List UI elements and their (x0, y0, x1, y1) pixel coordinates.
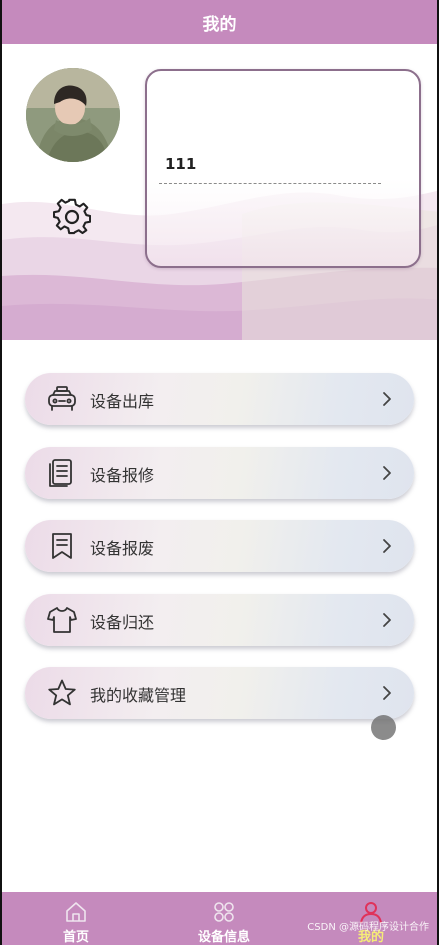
menu-item-label: 我的收藏管理 (90, 686, 187, 705)
touch-indicator (371, 715, 396, 740)
tab-home[interactable]: 首页 (26, 892, 126, 945)
tab-label: 首页 (62, 930, 89, 945)
menu-item-my-favorites[interactable]: 我的收藏管理 (25, 667, 414, 719)
header-bar: 我的 (2, 0, 437, 44)
user-info-card: 111 (145, 69, 421, 268)
menu-item-equipment-outbound[interactable]: 设备出库 (25, 373, 414, 425)
chevron-right-icon (383, 539, 391, 553)
settings-gear-icon[interactable] (53, 198, 91, 236)
divider (159, 183, 381, 184)
shirt-icon (47, 606, 77, 633)
menu-item-equipment-repair[interactable]: 设备报修 (25, 446, 414, 499)
menu-item-label: 设备报废 (90, 539, 155, 558)
page-title: 我的 (202, 14, 237, 35)
car-icon (48, 386, 76, 411)
tab-device-info[interactable]: 设备信息 (174, 892, 274, 945)
menu-item-equipment-scrap[interactable]: 设备报废 (25, 520, 414, 572)
chevron-right-icon (383, 612, 391, 627)
chevron-right-icon (383, 465, 391, 480)
chevron-right-icon (383, 686, 391, 700)
menu-item-label: 设备报修 (90, 465, 155, 485)
home-icon (66, 902, 86, 922)
menu-item-equipment-return[interactable]: 设备归还 (25, 593, 414, 646)
username: 111 (165, 155, 197, 173)
grid-icon (214, 902, 234, 922)
menu-item-label: 设备出库 (90, 392, 155, 411)
avatar[interactable] (26, 68, 120, 162)
menu-list: 设备出库 设备报修 设备报废 设备归还 我的收藏管理 (25, 373, 414, 741)
profile-section: 111 (2, 44, 437, 340)
watermark-text: CSDN @源码程序设计合作 (307, 922, 429, 933)
document-icon (49, 458, 72, 487)
star-icon (48, 679, 76, 706)
bookmark-document-icon (52, 533, 72, 559)
chevron-right-icon (383, 392, 391, 406)
menu-item-label: 设备归还 (90, 612, 155, 632)
phone-screen: 我的 111 设备出库 设备报修 设备报废 设备归还 我的收藏管理 首页 设备信… (0, 0, 439, 945)
tab-label: 设备信息 (197, 930, 250, 945)
bottom-tab-bar: 首页 设备信息 我的 CSDN @源码程序设计合作 (2, 892, 437, 945)
